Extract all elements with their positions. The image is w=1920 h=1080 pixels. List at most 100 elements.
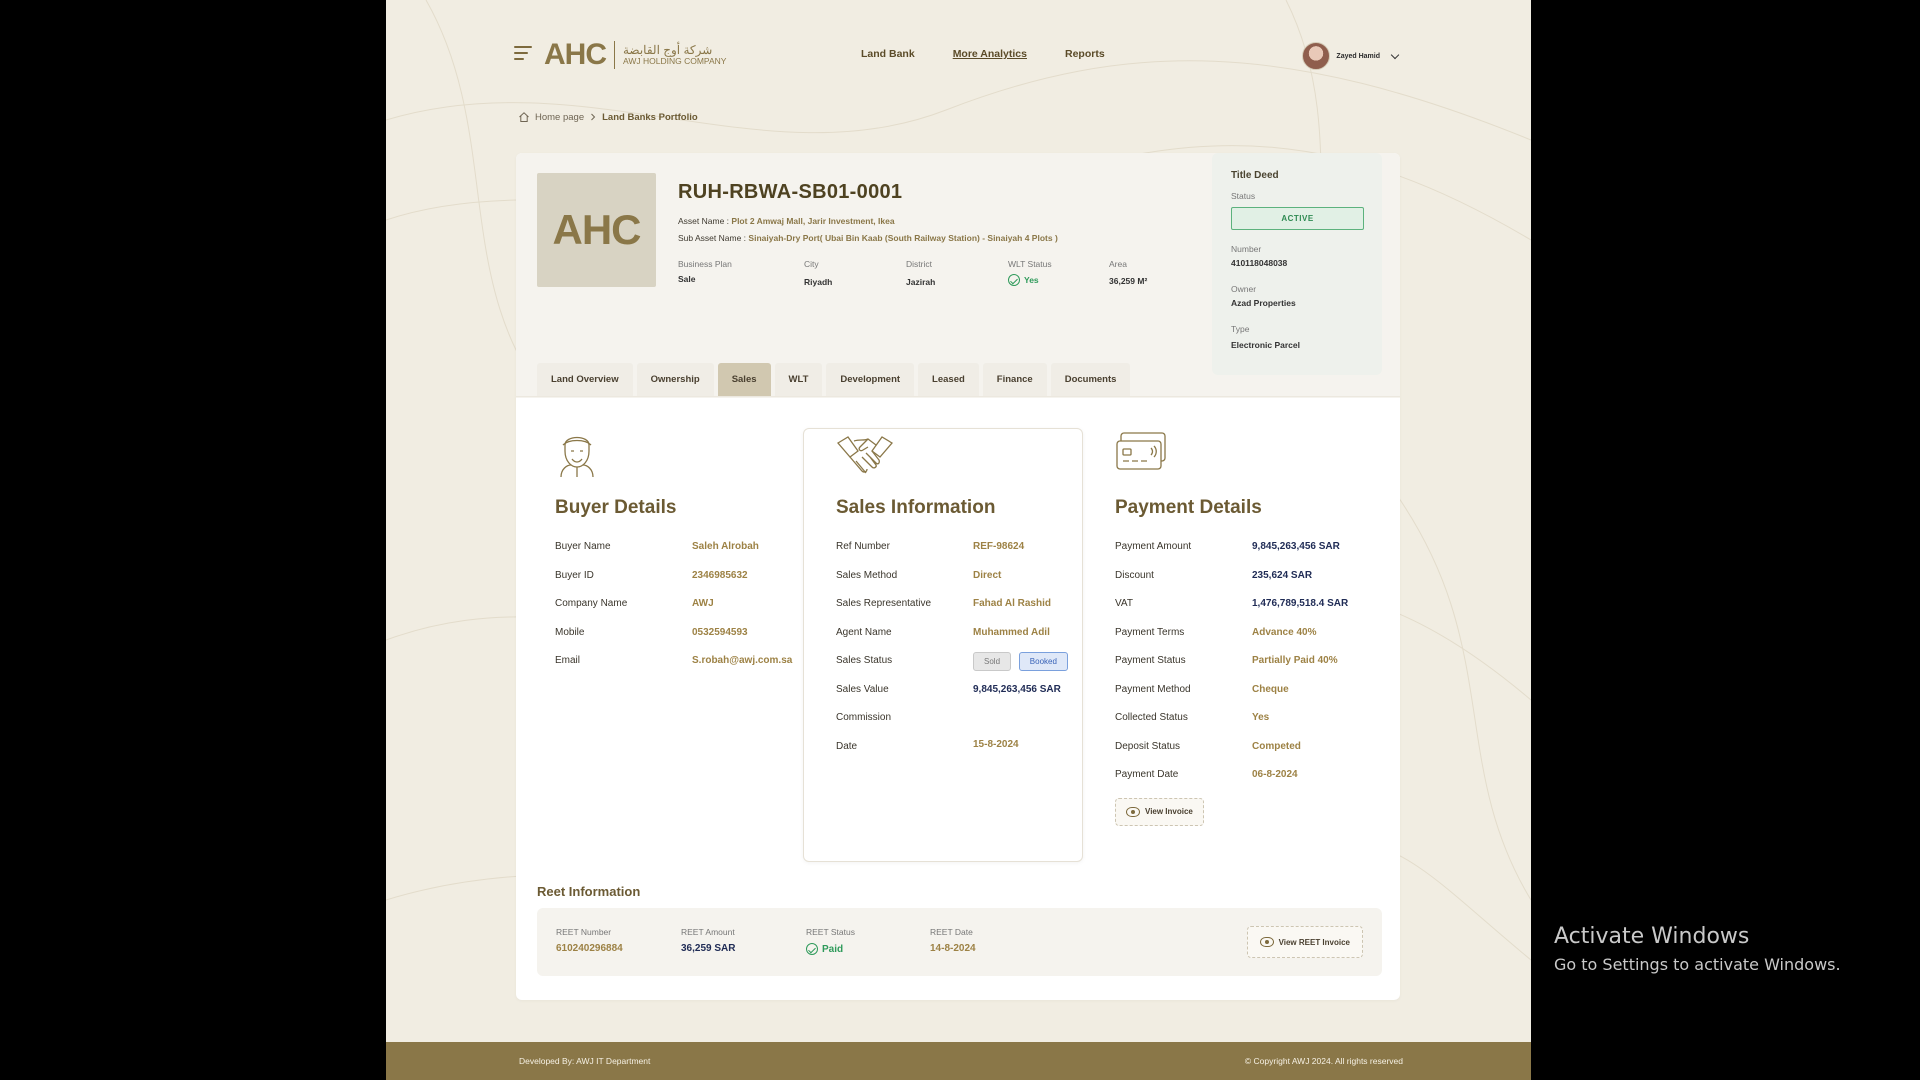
field-label: Sales Status [836,655,893,666]
payment-details-title: Payment Details [1115,497,1262,518]
sales-row: Sales Method Direct [836,570,1096,599]
view-reet-invoice-button[interactable]: View REET Invoice [1246,926,1363,958]
meta-label: Area [1109,259,1127,269]
chevron-down-icon [1390,50,1400,59]
hamburger-menu-icon[interactable] [514,44,536,64]
reet-number: REET Number 610240296884 [556,927,623,954]
field-value: 235,624 SAR [1252,569,1313,581]
tab-land-overview[interactable]: Land Overview [537,363,633,396]
meta-label: WLT Status [1008,259,1052,269]
reet-number-label: REET Number [556,927,612,937]
logo-english-text: AWJ HOLDING COMPANY [623,55,727,66]
tab-finance[interactable]: Finance [982,363,1047,396]
sales-status-row: Sales Status Sold Booked [836,652,1096,684]
asset-name-line: Asset Name : Plot 2 Amwaj Mall, Jarir In… [678,216,895,226]
field-label: Discount [1115,569,1154,581]
reet-status-label: REET Status [806,927,855,937]
status-sold-pill[interactable]: Sold [973,652,1012,671]
tab-wlt[interactable]: WLT [774,363,823,396]
nav-land-bank[interactable]: Land Bank [861,48,915,60]
field-label: Payment Method [1115,683,1191,695]
reet-information-panel: REET Number 610240296884 REET Amount 36,… [537,908,1382,976]
field-label: Mobile [555,626,585,638]
sub-asset-name-value: Sinaiyah-Dry Port( Ubai Bin Kaab (South … [748,233,1058,243]
meta-label: City [804,259,819,269]
asset-card: AHC RUH-RBWA-SB01-0001 Asset Name : Plot… [516,153,1400,1000]
field-label: Sales Method [836,569,898,581]
field-value: AWJ [692,598,714,609]
breadcrumb: Home page Land Banks Portfolio [518,111,698,123]
field-value: REF-98624 [973,541,1025,552]
sales-row: Sales Value 9,845,263,456 SAR [836,684,1096,713]
field-value: Saleh Alrobah [692,541,759,552]
title-deed-heading: Title Deed [1231,170,1279,181]
sales-row: Commission [836,712,1096,741]
view-invoice-button[interactable]: View Invoice [1115,797,1204,826]
field-label: Date [836,740,858,752]
field-value: Yes [1252,712,1270,723]
deed-owner-label: Owner [1231,284,1257,294]
field-value: Cheque [1252,683,1289,695]
field-label: Payment Terms [1115,626,1185,638]
tab-documents[interactable]: Documents [1050,363,1131,396]
sales-value: 9,845,263,456 SAR [973,683,1061,695]
home-icon[interactable] [518,111,530,123]
field-value: Direct [973,569,1002,581]
payment-row: VAT 1,476,789,518.4 SAR [1115,598,1375,627]
sales-status-toggle: Sold Booked [973,652,1073,671]
avatar [1302,42,1331,70]
field-value: Advance 40% [1252,626,1317,638]
app-window: AHC شركة أوج القابضة AWJ HOLDING COMPANY… [386,0,1531,1080]
top-header: AHC شركة أوج القابضة AWJ HOLDING COMPANY… [514,38,1400,78]
deed-status-label: Status [1231,191,1256,201]
field-value: 06-8-2024 [1252,769,1298,780]
field-label: Payment Status [1115,655,1186,666]
deed-type-value: Electronic Parcel [1231,340,1300,350]
meta-label: District [906,259,932,269]
asset-code: RUH-RBWA-SB01-0001 [678,181,903,203]
chevron-right-icon [591,113,596,121]
tab-ownership[interactable]: Ownership [636,363,714,396]
breadcrumb-current: Land Banks Portfolio [602,111,698,123]
field-label: Payment Date [1115,769,1179,780]
buyer-row: Buyer Name Saleh Alrobah [555,541,815,570]
field-label: Email [555,655,581,666]
asset-logo: AHC [537,173,656,287]
field-label: Collected Status [1115,712,1188,723]
footer-copyright: © Copyright AWJ 2024. All rights reserve… [1244,1056,1403,1066]
tab-leased[interactable]: Leased [918,363,979,396]
reet-date: REET Date 14-8-2024 [930,927,976,954]
field-label: Sales Value [836,683,889,695]
nav-reports[interactable]: Reports [1065,48,1105,60]
reet-amount-value: 36,259 SAR [681,943,736,954]
breadcrumb-home[interactable]: Home page [535,112,584,123]
reet-status-text: Paid [822,943,844,955]
handshake-icon [836,429,1096,481]
tab-sales[interactable]: Sales [717,363,771,396]
user-menu[interactable]: Zayed Hamid [1302,42,1400,70]
reet-information-title: Reet Information [537,884,641,899]
field-value: Competed [1252,740,1301,752]
buyer-row: Email S.robah@awj.com.sa [555,655,815,684]
field-label: VAT [1115,598,1133,609]
field-label: Company Name [555,598,628,609]
reet-amount-label: REET Amount [681,927,735,937]
payment-row: Discount 235,624 SAR [1115,570,1375,599]
payment-row: Deposit Status Competed [1115,741,1375,770]
deed-type-label: Type [1231,324,1250,334]
meta-city: City Riyadh [804,259,832,287]
status-booked-pill[interactable]: Booked [1018,652,1068,671]
field-value: Fahad Al Rashid [973,598,1051,609]
company-logo[interactable]: AHC شركة أوج القابضة AWJ HOLDING COMPANY [544,38,726,72]
logo-mark: AHC [544,38,607,71]
payment-row: Payment Method Cheque [1115,684,1375,713]
field-value: 1,476,789,518.4 SAR [1252,598,1349,609]
tab-development[interactable]: Development [826,363,915,396]
email-link[interactable]: S.robah@awj.com.sa [692,655,792,666]
eye-icon [1126,806,1140,817]
asset-name-label: Asset Name : [678,216,730,226]
meta-business-plan: Business Plan Sale [678,259,732,284]
sales-row: Agent Name Muhammed Adil [836,627,1096,656]
nav-more-analytics[interactable]: More Analytics [953,48,1027,60]
activate-windows-subtitle: Go to Settings to activate Windows. [1554,955,1841,974]
